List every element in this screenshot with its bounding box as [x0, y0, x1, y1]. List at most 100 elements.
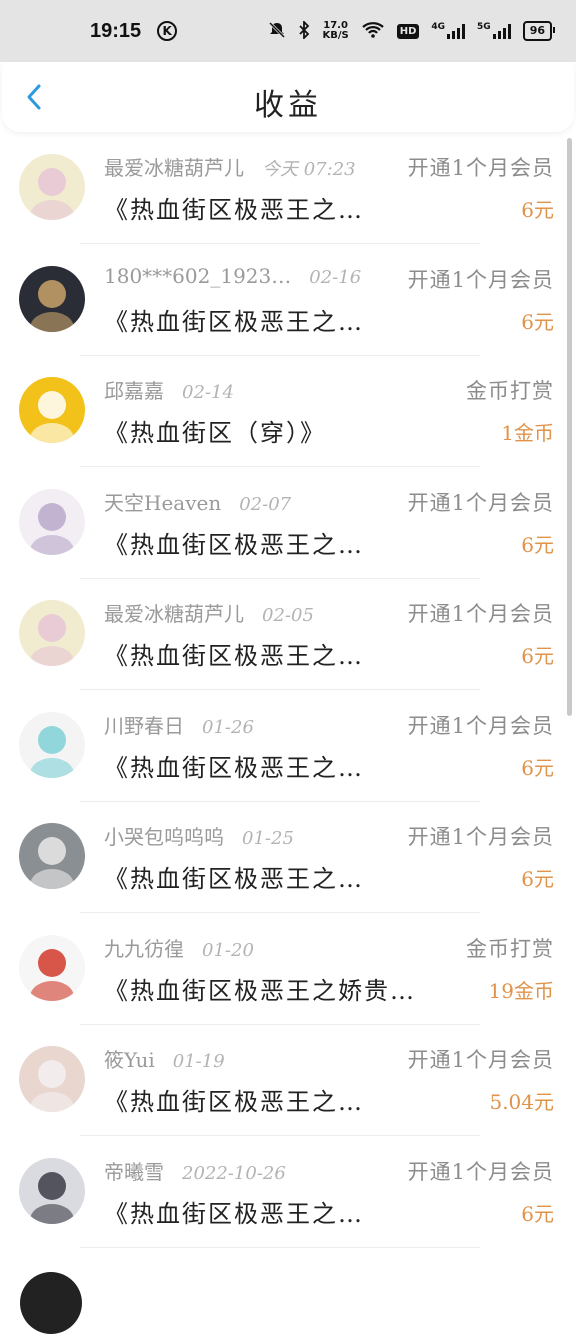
avatar-image — [19, 1157, 85, 1224]
hd-badge: HD — [396, 23, 420, 39]
earning-type: 开通1个月会员 — [407, 825, 554, 849]
earning-type: 开通1个月会员 — [407, 602, 554, 626]
avatar-image — [19, 934, 85, 1001]
record-date: 今天 07:23 — [262, 159, 356, 180]
page-title: 收益 — [254, 88, 322, 123]
user-name-line: 筱Yui 01-19 — [104, 1044, 225, 1073]
net-4g-label: 4G — [431, 22, 446, 32]
avatar-head — [38, 391, 66, 419]
earning-type: 开通1个月会员 — [407, 1159, 554, 1184]
avatar-head — [38, 725, 66, 754]
list-item[interactable]: 最爱冰糖葫芦儿 今天 07:23 开通1个月会员 《热血街区极恶王之… 6元 — [0, 132, 576, 244]
net-speed-unit: KB/S — [322, 30, 349, 41]
battery-icon: 96 — [522, 21, 556, 41]
avatar-head — [38, 168, 66, 196]
avatar[interactable] — [19, 934, 85, 1001]
list-item[interactable]: 180***602_1923… 02-16 开通1个月会员 《热血街区极恶王之… … — [0, 244, 576, 356]
earning-amount: 6元 — [521, 1201, 554, 1226]
list-item[interactable]: 天空Heaven 02-07 开通1个月会员 《热血街区极恶王之… 6元 — [0, 467, 576, 579]
user-name-line: 九九彷徨 01-20 — [104, 933, 254, 962]
avatar-image — [19, 377, 85, 443]
earning-amount: 6元 — [521, 309, 554, 334]
earning-amount: 6元 — [521, 198, 554, 222]
user-name: 最爱冰糖葫芦儿 — [104, 156, 244, 180]
book-title: 《热血街区极恶王之… — [104, 1088, 364, 1116]
user-name-line: 最爱冰糖葫芦儿 02-05 — [104, 598, 314, 627]
user-name: 180***602_1923… — [104, 263, 292, 288]
earning-type: 开通1个月会员 — [407, 267, 554, 292]
book-title: 《热血街区极恶王之… — [104, 196, 364, 224]
book-title: 《热血街区（穿）》 — [104, 419, 326, 447]
earning-amount: 1金币 — [501, 421, 554, 445]
list-item[interactable]: 九九彷徨 01-20 金币打赏 《热血街区极恶王之娇贵… 19金币 — [0, 913, 576, 1025]
avatar-image — [19, 711, 85, 778]
earning-type: 开通1个月会员 — [407, 713, 554, 738]
earning-type: 开通1个月会员 — [407, 156, 554, 180]
earning-amount: 6元 — [521, 755, 554, 780]
avatar-head — [38, 502, 66, 531]
user-name-line: 天空Heaven 02-07 — [104, 487, 291, 516]
wifi-icon — [361, 21, 385, 42]
user-name-line: 180***602_1923… 02-16 — [104, 264, 361, 288]
avatar-head — [38, 279, 66, 308]
signal-icon-2 — [492, 23, 511, 39]
record-date: 2022-10-26 — [182, 1162, 286, 1184]
avatar[interactable] — [19, 823, 85, 889]
avatar-head — [38, 1060, 66, 1088]
avatar-image — [19, 488, 85, 555]
earning-type: 开通1个月会员 — [407, 1048, 554, 1072]
earning-amount: 6元 — [521, 644, 554, 668]
user-name-line: 帝曦雪 2022-10-26 — [104, 1156, 286, 1185]
record-date: 02-07 — [239, 493, 292, 515]
signal-icon-1 — [447, 23, 466, 39]
avatar[interactable] — [19, 488, 85, 555]
avatar-head — [38, 1171, 66, 1200]
avatar-head — [38, 948, 66, 977]
user-name: 小哭包呜呜呜 — [104, 825, 224, 849]
user-name: 邱嘉嘉 — [104, 379, 164, 403]
book-title: 《热血街区极恶王之… — [104, 642, 364, 670]
list-item[interactable]: 筱Yui 01-19 开通1个月会员 《热血街区极恶王之… 5.04元 — [0, 1024, 576, 1136]
user-name-line: 邱嘉嘉 02-14 — [104, 375, 234, 404]
avatar-image — [19, 600, 85, 666]
divider — [80, 1246, 480, 1248]
list-item[interactable]: 最爱冰糖葫芦儿 02-05 开通1个月会员 《热血街区极恶王之… 6元 — [0, 578, 576, 690]
list-item[interactable]: 帝曦雪 2022-10-26 开通1个月会员 《热血街区极恶王之… 6元 — [0, 1136, 576, 1248]
book-title: 《热血街区极恶王之… — [104, 307, 364, 336]
avatar[interactable] — [19, 265, 85, 332]
book-title: 《热血街区极恶王之… — [104, 865, 364, 893]
earnings-list[interactable]: 最爱冰糖葫芦儿 今天 07:23 开通1个月会员 《热血街区极恶王之… 6元 18… — [0, 132, 576, 1280]
k-badge-icon: K — [157, 21, 178, 41]
book-title: 《热血街区极恶王之娇贵… — [104, 976, 416, 1005]
earning-amount: 6元 — [521, 532, 554, 557]
list-item[interactable]: 邱嘉嘉 02-14 金币打赏 《热血街区（穿）》 1金币 — [0, 355, 576, 467]
avatar-image — [19, 823, 85, 889]
avatar[interactable] — [19, 154, 85, 220]
avatar-image — [19, 154, 85, 220]
list-item[interactable]: 川野春日 01-26 开通1个月会员 《热血街区极恶王之… 6元 — [0, 690, 576, 802]
status-time: 19:15 — [90, 19, 142, 42]
avatar — [20, 1272, 82, 1334]
avatar-image — [19, 265, 85, 332]
user-name: 帝曦雪 — [104, 1159, 164, 1184]
avatar[interactable] — [19, 600, 85, 666]
user-name: 川野春日 — [104, 713, 184, 738]
avatar-head — [38, 837, 66, 865]
avatar[interactable] — [19, 1157, 85, 1224]
book-title: 《热血街区极恶王之… — [104, 1199, 364, 1228]
avatar[interactable] — [19, 1046, 85, 1112]
record-date: 02-05 — [262, 605, 314, 626]
earning-amount: 6元 — [521, 867, 554, 891]
avatar[interactable] — [19, 377, 85, 443]
bluetooth-icon — [298, 19, 310, 42]
user-name: 最爱冰糖葫芦儿 — [104, 602, 244, 626]
earning-amount: 5.04元 — [489, 1090, 554, 1114]
record-date: 01-19 — [172, 1051, 225, 1072]
earning-type: 开通1个月会员 — [407, 490, 554, 515]
avatar-head — [38, 614, 66, 642]
user-name-line: 川野春日 01-26 — [104, 710, 254, 739]
avatar[interactable] — [19, 711, 85, 778]
scrollbar[interactable] — [567, 138, 572, 716]
list-item[interactable]: 小哭包呜呜呜 01-25 开通1个月会员 《热血街区极恶王之… 6元 — [0, 801, 576, 913]
net-speed: 17.0 KB/S — [322, 21, 348, 41]
